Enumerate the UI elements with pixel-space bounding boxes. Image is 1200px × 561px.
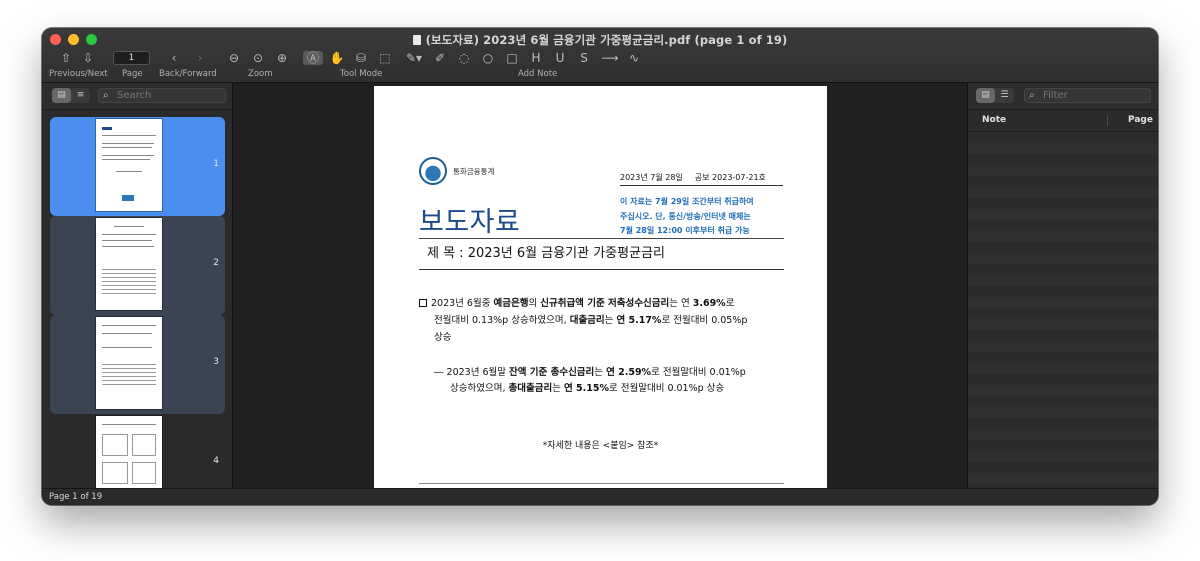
thumbnail-page-2[interactable]: 2 [50,216,225,315]
page-label: Page [122,69,143,79]
right-sidebar-header: ▤ ☰ ⌕ Filter [968,83,1158,110]
notes-view-segmented-control: ▤ ☰ [976,88,1014,103]
next-page-icon[interactable]: ⇩ [80,51,96,65]
reference-note: *자세한 내용은 <붙임> 참조* [542,441,659,451]
thumbnail-list: 1 2 3 4 [50,117,225,505]
thumbnail-sidebar: ▤ ≡ ⌕ Search 1 2 3 4 [42,83,233,505]
notes-table-header: Note Page [968,110,1158,132]
underline-text-icon[interactable]: U [552,51,568,65]
snapshot-tool-icon[interactable]: ⛁ [353,51,369,65]
paragraph-2-line-1: ― 2023년 6월말 잔액 기준 총수신금리는 연 2.59%로 전월말대비 … [434,367,746,378]
status-bar: Page 1 of 19 [42,488,1158,505]
notes-table-body [968,132,1158,488]
column-separator [1107,115,1108,126]
zoom-in-icon[interactable]: ⊕ [274,51,290,65]
paragraph-1-line-3: 상승 [434,332,452,343]
paragraph-2-line-2: 상승하였으며, 총대출금리는 연 5.15%로 전월말대비 0.01%p 상승 [450,383,725,394]
preview-window: (보도자료) 2023년 6월 금융기관 가중평균금리.pdf (page 1 … [42,28,1158,505]
circle-note-icon[interactable]: ○ [480,51,496,65]
paragraph-1-line-1: 2023년 6월중 예금은행의 신규취급액 기준 저축성수신금리는 연 3.69… [419,296,734,312]
zoom-out-icon[interactable]: ⊖ [226,51,242,65]
search-icon: ⌕ [103,90,109,101]
thumbnail-page-number: 4 [213,456,219,466]
press-release-heading: 보도자료 [419,207,521,238]
document-view[interactable]: 통화금융통계 2023년 7월 28일 공보 2023-07-21호 보도자료 이… [234,83,967,488]
bank-logo-icon [419,157,447,185]
release-date: 2023년 7월 28일 [620,173,683,182]
thumbnail-page-number: 2 [213,258,219,268]
pen-dropdown-icon[interactable]: ✎▾ [403,51,425,65]
tool-mode-label: Tool Mode [340,69,383,79]
pdf-page: 통화금융통계 2023년 7월 28일 공보 2023-07-21호 보도자료 이… [374,86,827,488]
thumbnail-page-3[interactable]: 3 [50,315,225,414]
embargo-notice: 이 자료는 7월 29일 조간부터 취급하여 주십시오. 단, 통신/방송/인터… [620,197,754,235]
page-column-header[interactable]: Page [1128,115,1153,125]
paragraph-1-line-2: 전월대비 0.13%p 상승하였으며, 대출금리는 연 5.17%로 전월대비 … [434,315,748,326]
area-select-tool-icon[interactable]: ⬚ [377,51,393,65]
comment-bubble-icon[interactable]: ◌ [456,51,472,65]
pdf-document-icon [412,35,421,45]
org-name: 통화금융통계 [453,167,495,176]
page-number-input[interactable]: 1 [113,51,150,65]
highlight-text-icon[interactable]: H [528,51,544,65]
add-note-label: Add Note [518,69,558,79]
bulletin-number: 공보 2023-07-21호 [694,173,766,182]
highlighter-icon[interactable]: ✐ [432,51,448,65]
thumbnail-page-number: 1 [213,159,219,169]
thumbnail-page-1[interactable]: 1 [50,117,225,216]
thumbnail-image [96,317,162,409]
zoom-fit-icon[interactable]: ⊙ [250,51,266,65]
list-view-icon[interactable]: ≡ [71,88,90,103]
left-sidebar-header: ▤ ≡ ⌕ Search [42,83,232,110]
filter-search-icon: ⌕ [1029,90,1035,101]
checkbox-bullet-icon [419,299,427,307]
back-icon[interactable]: ‹ [166,51,182,65]
thumbnail-image [96,119,162,211]
forward-icon[interactable]: › [192,51,208,65]
previous-next-label: Previous/Next [49,69,108,79]
strikethrough-text-icon[interactable]: S [576,51,592,65]
window-title: (보도자료) 2023년 6월 금융기관 가중평균금리.pdf (page 1 … [42,32,1158,48]
date-line: 2023년 7월 28일 공보 2023-07-21호 [620,172,783,186]
notes-grid-view-icon[interactable]: ☰ [995,88,1014,103]
notes-sidebar: ▤ ☰ ⌕ Filter Note Page [967,83,1158,488]
text-select-tool-icon[interactable]: Ⓐ [303,51,323,65]
line-arrow-icon[interactable]: ⟶ [600,51,620,65]
search-field[interactable]: ⌕ Search [98,88,226,103]
zoom-label: Zoom [248,69,273,79]
bottom-divider [419,483,784,484]
notes-list-view-icon[interactable]: ▤ [976,88,995,103]
hand-tool-icon[interactable]: ✋ [329,51,345,65]
thumbnail-view-icon[interactable]: ▤ [52,88,71,103]
filter-field[interactable]: ⌕ Filter [1024,88,1151,103]
back-forward-label: Back/Forward [159,69,217,79]
note-column-header[interactable]: Note [982,115,1006,125]
thumbnail-image [96,218,162,310]
subject-line: 제 목 : 2023년 6월 금융기관 가중평균금리 [419,238,784,270]
rectangle-note-icon[interactable]: □ [504,51,520,65]
view-mode-segmented-control: ▤ ≡ [52,88,90,103]
previous-page-icon[interactable]: ⇧ [58,51,74,65]
freehand-line-icon[interactable]: ∿ [626,51,642,65]
title-bar: (보도자료) 2023년 6월 금융기관 가중평균금리.pdf (page 1 … [42,28,1158,83]
thumbnail-page-number: 3 [213,357,219,367]
page-status: Page 1 of 19 [49,492,103,502]
